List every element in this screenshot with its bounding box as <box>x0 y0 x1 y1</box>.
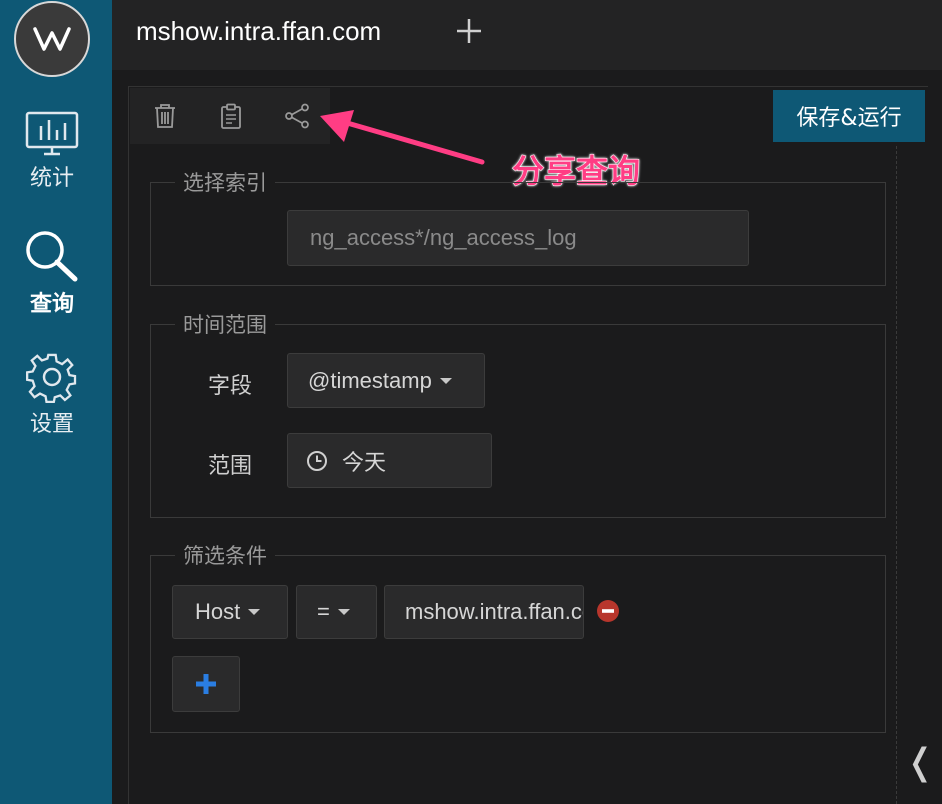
chevron-down-icon <box>439 377 452 384</box>
filter-field-select[interactable]: Host <box>172 585 288 639</box>
field-label: 字段 <box>208 374 253 399</box>
tab-bar: mshow.intra.ffan.com <box>112 0 942 70</box>
filter-operator-value: = <box>317 599 330 624</box>
filter-value-text: mshow.intra.ffan.com <box>405 599 583 624</box>
tab-active[interactable]: mshow.intra.ffan.com <box>136 16 381 47</box>
sidebar-item-label: 查询 <box>29 292 74 317</box>
index-input[interactable]: ng_access*/ng_access_log <box>287 210 749 266</box>
copy-button[interactable] <box>218 102 244 130</box>
plus-icon[interactable] <box>454 16 484 46</box>
filter-operator-select[interactable]: = <box>296 585 377 639</box>
share-button[interactable] <box>284 102 310 130</box>
filter-value-input[interactable]: mshow.intra.ffan.com <box>384 585 584 639</box>
index-input-value: ng_access*/ng_access_log <box>310 225 577 250</box>
chart-icon <box>25 111 79 156</box>
sidebar-item-label: 设置 <box>29 412 74 437</box>
sidebar: 统计 查询 设置 <box>0 0 112 804</box>
sidebar-item-settings[interactable]: 设置 <box>0 350 104 438</box>
share-icon <box>285 103 309 129</box>
time-field-value: @timestamp <box>308 367 432 393</box>
sidebar-item-stats[interactable]: 统计 <box>0 110 104 192</box>
chevron-down-icon <box>337 609 350 615</box>
time-range-picker[interactable]: 今天 <box>287 433 492 488</box>
filter-section: 筛选条件 <box>150 540 886 733</box>
w-logo-icon <box>33 27 71 51</box>
panel-divider <box>896 146 897 804</box>
query-toolbar <box>130 88 330 144</box>
app-logo[interactable] <box>14 1 90 77</box>
sidebar-item-query[interactable]: 查询 <box>0 228 104 318</box>
trash-icon <box>155 104 175 128</box>
plus-icon <box>196 674 216 694</box>
save-and-run-button[interactable]: 保存&运行 <box>773 90 925 142</box>
minus-circle-icon[interactable] <box>596 599 620 623</box>
time-field-select[interactable]: @timestamp <box>287 353 485 408</box>
annotation-arrow <box>320 110 485 165</box>
add-filter-button[interactable] <box>172 656 240 712</box>
gear-icon <box>26 353 77 403</box>
delete-button[interactable] <box>152 102 178 130</box>
collapse-panel-toggle[interactable]: ❬ <box>905 742 935 783</box>
clock-icon <box>307 450 327 471</box>
section-title: 时间范围 <box>175 309 275 339</box>
filter-field-value: Host <box>195 599 241 624</box>
time-range-section: 时间范围 <box>150 309 886 518</box>
chevron-down-icon <box>248 609 261 615</box>
time-range-value: 今天 <box>342 450 387 476</box>
section-title: 选择索引 <box>175 167 275 197</box>
clipboard-icon <box>221 103 241 129</box>
range-label: 范围 <box>208 454 253 479</box>
search-icon <box>26 231 78 282</box>
section-title: 筛选条件 <box>175 540 275 570</box>
sidebar-item-label: 统计 <box>29 166 74 191</box>
